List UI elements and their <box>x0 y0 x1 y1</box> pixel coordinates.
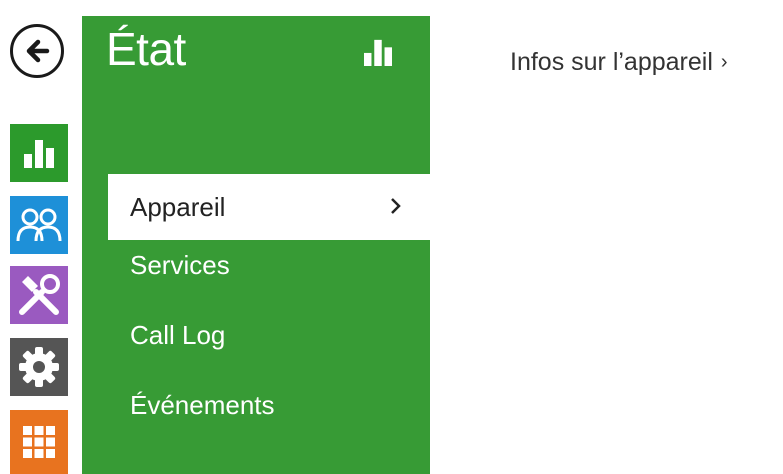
nav-applications[interactable] <box>10 410 68 474</box>
menu-item-services[interactable]: Services <box>108 232 430 298</box>
panel-title: État <box>106 23 186 75</box>
menu-item-label: Événements <box>130 389 275 420</box>
menu-item-label: Services <box>130 249 230 280</box>
back-button[interactable] <box>10 24 64 78</box>
menu-item-label: Appareil <box>130 191 226 222</box>
device-info-label: Infos sur l’appareil <box>510 48 713 76</box>
chevron-right-icon: › <box>720 51 728 73</box>
grid-icon <box>23 426 55 458</box>
gear-icon <box>19 347 59 387</box>
tools-icon <box>19 274 60 315</box>
bar-chart-icon <box>24 140 54 168</box>
nav-settings[interactable] <box>10 338 68 396</box>
menu-item-appareil[interactable]: Appareil <box>108 174 430 240</box>
users-icon <box>16 208 62 242</box>
menu-item-call-log[interactable]: Call Log <box>108 302 430 368</box>
status-panel: État Appareil Services Call Log Événemen… <box>82 16 430 474</box>
arrow-left-icon <box>26 39 50 63</box>
device-info-link[interactable]: Infos sur l’appareil › <box>510 48 728 77</box>
chevron-right-icon <box>391 198 401 214</box>
menu-item-evenements[interactable]: Événements <box>108 372 430 438</box>
menu-item-label: Call Log <box>130 319 226 350</box>
nav-directory[interactable] <box>10 196 68 254</box>
bar-chart-icon <box>364 39 392 66</box>
nav-status[interactable] <box>10 124 68 182</box>
nav-services[interactable] <box>10 266 68 324</box>
